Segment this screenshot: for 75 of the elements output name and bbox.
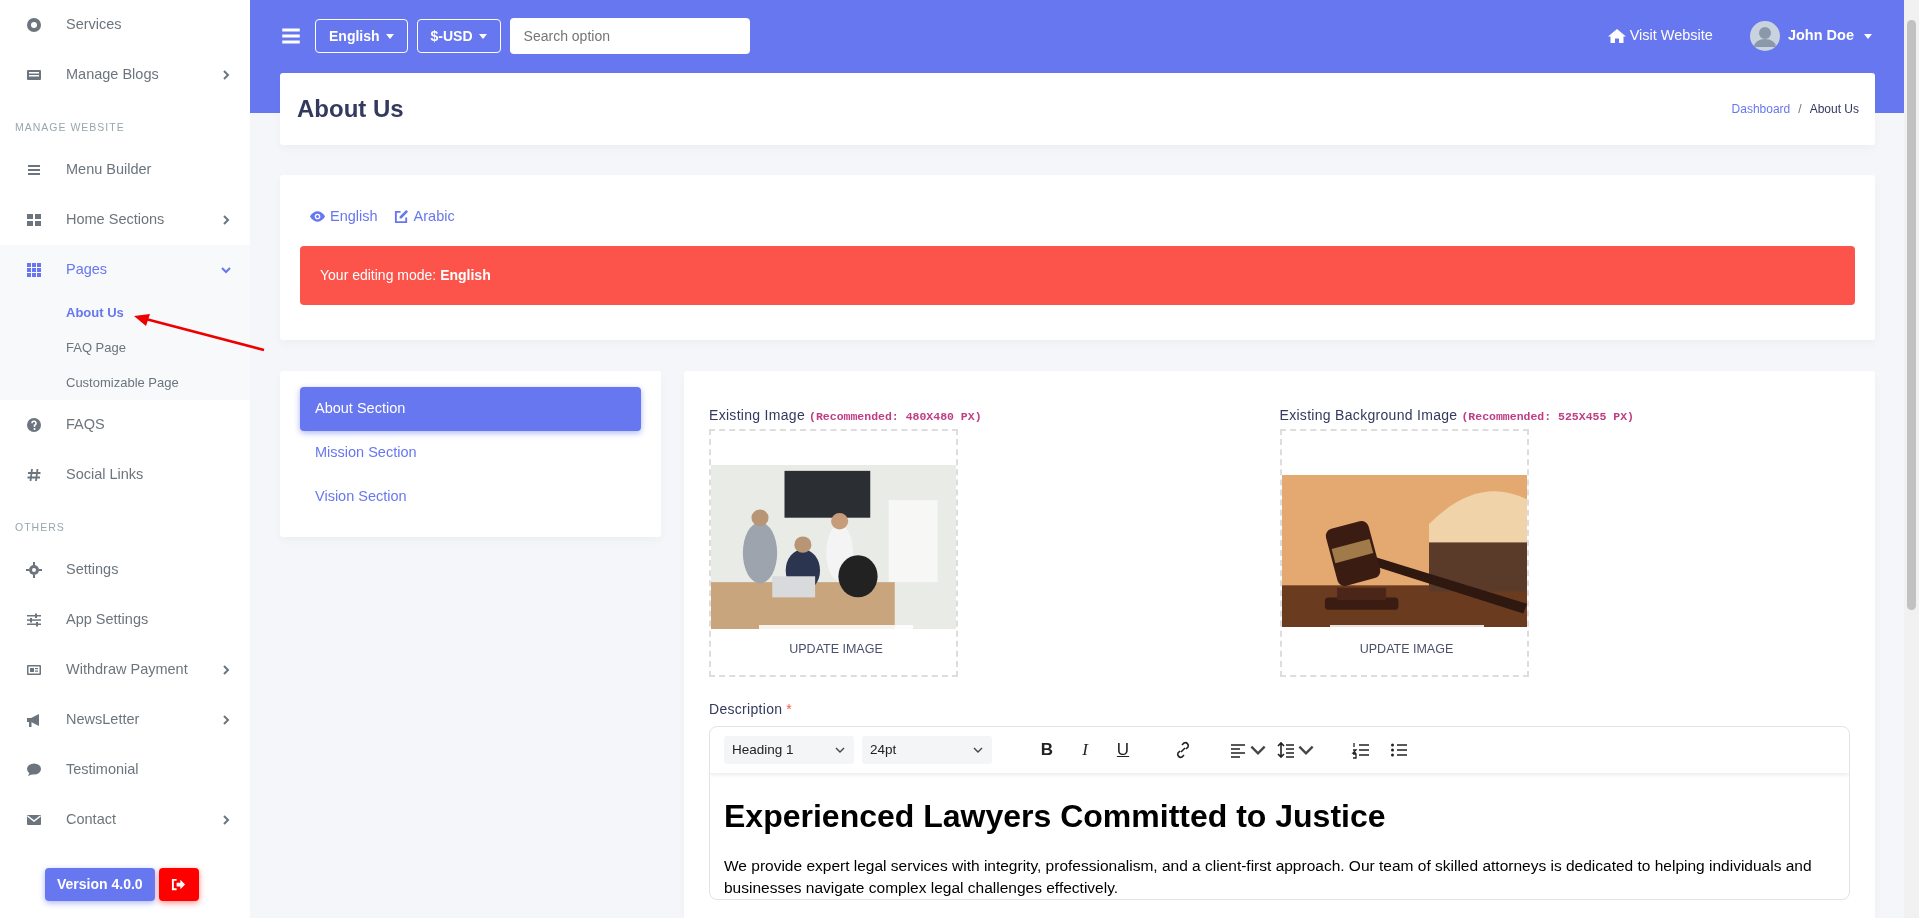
sidebar-heading: OTHERS bbox=[14, 520, 66, 535]
page-title: About Us bbox=[297, 94, 404, 124]
editor-paragraph: We provide expert legal services with integrity, professionalism, and a client-first approach. Our team of skilled attorneys is dedicated to helping individuals and businesses navigate complex legal challenges effectively. bbox=[724, 856, 1813, 899]
format-button[interactable]: U bbox=[1108, 734, 1138, 765]
search-field[interactable]: Search option bbox=[509, 18, 750, 54]
image-label: Existing Image bbox=[709, 405, 806, 425]
sidebar-item[interactable]: Home Sections bbox=[0, 195, 250, 245]
chevron-right-icon bbox=[220, 714, 232, 726]
chevron-right-icon bbox=[220, 69, 232, 81]
menu-icon bbox=[281, 26, 301, 46]
breadcrumb-separator: / bbox=[1798, 101, 1802, 118]
hash-icon bbox=[26, 467, 42, 483]
language-tab[interactable]: Arabic bbox=[393, 206, 455, 228]
scrollbar-thumb[interactable] bbox=[1907, 20, 1916, 610]
sidebar-item[interactable]: Services bbox=[0, 0, 250, 50]
sidebar-item[interactable]: Social Links bbox=[0, 450, 250, 500]
chevron-right-icon bbox=[220, 664, 232, 676]
required-mark: * bbox=[786, 699, 792, 719]
size-hint: (Recommended: 480X480 PX) bbox=[809, 408, 982, 425]
sidebar-subitem[interactable]: About Us bbox=[0, 295, 250, 330]
sidebar-item[interactable]: Withdraw Payment bbox=[0, 645, 250, 695]
card-icon bbox=[26, 662, 42, 678]
visit-website-link[interactable]: Visit Website bbox=[1607, 25, 1713, 47]
logout-button[interactable] bbox=[158, 868, 199, 901]
font-size-dropdown[interactable]: 24pt bbox=[862, 735, 992, 764]
question-icon bbox=[26, 417, 42, 433]
house-icon bbox=[1607, 28, 1626, 44]
sliders-icon bbox=[26, 612, 42, 628]
eye-icon bbox=[310, 209, 325, 225]
size-hint: (Recommended: 525X455 PX) bbox=[1461, 408, 1634, 425]
version-button[interactable]: Version 4.0.0 bbox=[45, 868, 155, 901]
avatar-icon bbox=[1749, 21, 1780, 51]
gear-icon bbox=[26, 562, 42, 578]
sidebar-item[interactable]: Menu Builder bbox=[0, 145, 250, 195]
lifebuoy-icon bbox=[26, 17, 42, 33]
edit-icon bbox=[393, 209, 409, 225]
sidebar-item[interactable]: Contact bbox=[0, 795, 250, 845]
sidebar-heading: MANAGE WEBSITE bbox=[14, 120, 126, 135]
field-label: Description bbox=[709, 699, 783, 719]
sidebar-item[interactable]: NewsLetter bbox=[0, 695, 250, 745]
editor-heading: Experienced Lawyers Committed to Justice bbox=[724, 796, 1387, 836]
sidebar-item[interactable]: Pages bbox=[0, 245, 250, 295]
newspaper-icon bbox=[26, 67, 42, 83]
sidebar-item[interactable]: Testimonial bbox=[0, 745, 250, 795]
speech-bubble-icon bbox=[26, 762, 42, 778]
alert-text: Your editing mode: English bbox=[320, 265, 491, 285]
sidebar-item[interactable]: FAQS bbox=[0, 400, 250, 450]
line-height-icon bbox=[1276, 739, 1296, 760]
logout-icon bbox=[171, 877, 187, 892]
currency-dropdown[interactable]: $-USD bbox=[416, 19, 501, 53]
section-tab[interactable]: Mission Section bbox=[300, 430, 641, 475]
menu-icon bbox=[26, 162, 42, 178]
sidebar-item[interactable]: Manage Blogs bbox=[0, 50, 250, 100]
language-tab[interactable]: English bbox=[310, 206, 378, 228]
sidebar-subitem[interactable]: Customizable Page bbox=[0, 365, 250, 400]
section-tab[interactable]: Vision Section bbox=[300, 474, 641, 519]
format-button[interactable]: B bbox=[1032, 734, 1062, 765]
image-label: Existing Background Image bbox=[1279, 405, 1458, 425]
chevron-down-icon bbox=[220, 264, 232, 276]
grid-icon bbox=[26, 262, 42, 278]
sidebar-subitem[interactable]: FAQ Page bbox=[0, 330, 250, 365]
breadcrumb-current: About Us bbox=[1809, 101, 1859, 118]
language-dropdown[interactable]: English bbox=[315, 19, 408, 53]
sidebar-item[interactable]: Settings bbox=[0, 545, 250, 595]
section-tab[interactable]: About Section bbox=[300, 386, 641, 431]
breadcrumb-link[interactable]: Dashboard bbox=[1731, 100, 1791, 118]
sidebar-item[interactable]: App Settings bbox=[0, 595, 250, 645]
grid-icon bbox=[26, 212, 42, 228]
user-menu[interactable]: John Doe bbox=[1749, 21, 1872, 51]
chevron-right-icon bbox=[220, 214, 232, 226]
chevron-right-icon bbox=[220, 814, 232, 826]
megaphone-icon bbox=[26, 712, 42, 728]
block-format-dropdown[interactable]: Heading 1 bbox=[724, 735, 854, 764]
envelope-icon bbox=[26, 812, 42, 828]
format-button[interactable]: I bbox=[1070, 734, 1100, 765]
